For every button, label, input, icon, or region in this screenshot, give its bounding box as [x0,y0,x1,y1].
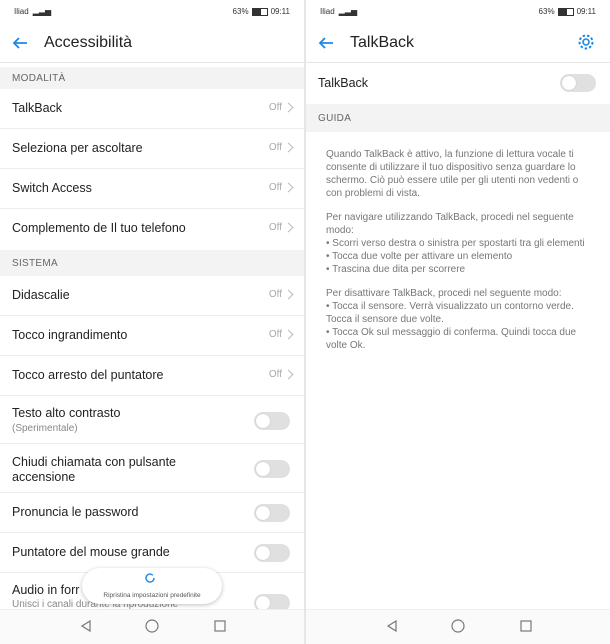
chevron-right-icon [283,222,294,233]
battery-percent: 63% [538,7,555,16]
app-header: TalkBack [306,24,610,63]
battery-icon [557,7,574,16]
item-sublabel: (Sperimentale) [12,423,78,434]
list-item-captions[interactable]: Didascalie Off [0,277,304,316]
talkback-screen: Iliad ▂▃▅ 63% 09:11 TalkBack TalkBack GUID… [306,0,610,644]
signal-icon: ▂▃▅ [32,7,52,16]
item-value: Off [268,369,282,380]
item-value: Off [268,329,282,340]
chevron-right-icon [283,182,294,193]
guide-paragraph: Per disattivare TalkBack, procedi nel se… [326,288,562,299]
item-value: Off [268,102,282,113]
item-label: Complemento de Il tuo telefono [12,221,186,235]
item-label: Audio in forr [12,583,80,597]
nav-recents-icon[interactable] [212,618,228,634]
chevron-right-icon [283,142,294,153]
item-label: Pronuncia le password [12,505,139,519]
nav-back-icon[interactable] [78,618,94,634]
carrier-label: Iliad [14,7,29,16]
list-item-phone-companion[interactable]: Complemento de Il tuo telefono Off [0,210,304,249]
list-item-high-contrast[interactable]: Testo alto contrasto (Sperimentale) [0,397,304,444]
section-guida: GUIDA [306,104,610,132]
page-title: Accessibilità [44,34,133,51]
status-bar: Iliad ▂▃▅ 63% 09:11 [306,0,610,24]
back-arrow-icon[interactable] [8,31,32,55]
item-label: Switch Access [12,181,92,195]
guide-bullet: • Tocca Ok sul messaggio di conferma. Qu… [326,327,577,351]
page-title: TalkBack [350,34,415,51]
item-value: Off [268,182,282,193]
list-item-speak-passwords[interactable]: Pronuncia le password [0,494,304,533]
guide-paragraph: Quando TalkBack è attivo, la funzione di… [326,149,579,199]
item-label: Testo alto contrasto [12,406,121,420]
item-label: Tocco ingrandimento [12,328,128,342]
item-value: Off [268,142,282,153]
guide-bullet: • Trascina due dita per scorrere [326,264,466,275]
item-label-line2: accensione [12,470,76,484]
section-modalita: MODALITÀ [0,67,304,89]
chevron-right-icon [283,329,294,340]
guide-bullet: • Scorri verso destra o sinistra per spo… [326,238,585,249]
speak-passwords-toggle[interactable] [254,504,290,522]
list-item-power-ends-call[interactable]: Chiudi chiamata con pulsante accensione [0,445,304,493]
item-label: Seleziona per ascoltare [12,141,143,155]
guide-bullet: • Tocca il sensore. Verrà visualizzato u… [326,301,574,325]
refresh-icon [145,573,155,583]
app-header: Accessibilità [0,24,304,63]
clock: 09:11 [270,7,290,16]
gear-icon[interactable] [576,32,596,52]
section-sistema: SISTEMA [0,250,304,276]
item-label: Tocco arresto del puntatore [12,368,164,382]
clock: 09:11 [576,7,596,16]
item-value: Off [268,289,282,300]
accessibility-screen: Iliad ▂▃▅ 63% 09:11 Accessibilità MODALITÀ… [0,0,304,644]
list-item-pointer-stop[interactable]: Tocco arresto del puntatore Off [0,357,304,396]
navigation-bar [0,609,304,644]
nav-home-icon[interactable] [450,618,466,634]
signal-icon: ▂▃▅ [338,7,358,16]
chevron-right-icon [283,369,294,380]
carrier-label: Iliad [320,7,335,16]
talkback-label: TalkBack [318,76,369,90]
high-contrast-toggle[interactable] [254,412,290,430]
list-item-talkback[interactable]: TalkBack Off [0,90,304,129]
battery-icon [251,7,268,16]
toast-text: Ripristina impostazioni predefinite [103,592,201,599]
list-item-switch-access[interactable]: Switch Access Off [0,170,304,209]
talkback-switch-row[interactable]: TalkBack [306,63,610,103]
back-arrow-icon[interactable] [314,31,338,55]
nav-recents-icon[interactable] [518,618,534,634]
item-label: Puntatore del mouse grande [12,545,170,559]
chevron-right-icon [283,102,294,113]
nav-home-icon[interactable] [144,618,160,634]
large-pointer-toggle[interactable] [254,544,290,562]
list-item-magnification[interactable]: Tocco ingrandimento Off [0,317,304,356]
reset-toast: Ripristina impostazioni predefinite [82,568,222,604]
list-item-select-to-speak[interactable]: Seleziona per ascoltare Off [0,130,304,169]
guide-text: Quando TalkBack è attivo, la funzione di… [326,148,594,363]
talkback-toggle[interactable] [560,74,596,92]
battery-percent: 63% [232,7,249,16]
power-ends-call-toggle[interactable] [254,460,290,478]
item-label: Chiudi chiamata con pulsante [12,455,176,469]
item-value: Off [268,222,282,233]
guide-bullet: • Tocca due volte per attivare un elemen… [326,251,513,262]
guide-paragraph: Per navigare utilizzando TalkBack, proce… [326,212,574,236]
status-bar: Iliad ▂▃▅ 63% 09:11 [0,0,304,24]
nav-back-icon[interactable] [384,618,400,634]
item-label: TalkBack [12,101,63,115]
navigation-bar [306,609,610,644]
chevron-right-icon [283,289,294,300]
item-label: Didascalie [12,288,70,302]
